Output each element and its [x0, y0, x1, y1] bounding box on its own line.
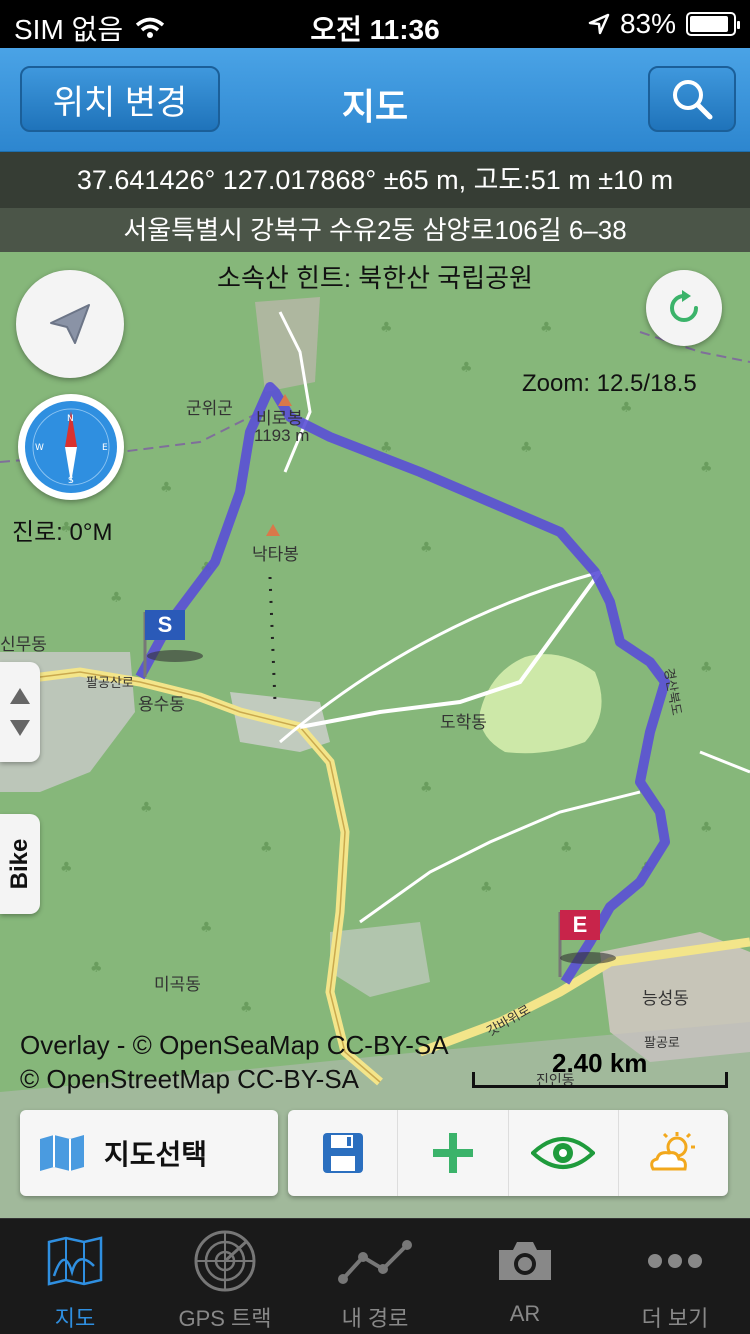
- location-arrow-icon: [588, 13, 610, 35]
- road-label-1: 팔공산로: [86, 675, 134, 690]
- start-marker[interactable]: S: [145, 610, 185, 640]
- heading-label: 진로: 0°M: [12, 519, 113, 546]
- end-marker[interactable]: E: [560, 910, 600, 940]
- compass-button[interactable]: N S W E: [18, 394, 124, 500]
- road-label-3: 팔공로: [644, 1035, 680, 1050]
- save-button[interactable]: [288, 1110, 399, 1196]
- svg-text:♣: ♣: [560, 840, 573, 856]
- svg-text:♣: ♣: [700, 460, 713, 476]
- more-icon: [648, 1254, 702, 1268]
- search-button[interactable]: [648, 66, 736, 132]
- svg-text:♣: ♣: [420, 780, 433, 796]
- svg-text:♣: ♣: [240, 1000, 253, 1016]
- tab-gps-track[interactable]: GPS 트랙: [150, 1219, 300, 1334]
- svg-text:♣: ♣: [380, 320, 393, 336]
- map-icon: [47, 1236, 103, 1286]
- svg-text:♣: ♣: [90, 960, 103, 976]
- map-credits: Overlay - © OpenSeaMap CC-BY-SA © OpenSt…: [20, 1028, 449, 1096]
- camera-icon: [499, 1242, 551, 1280]
- zoom-stepper-tab[interactable]: [0, 662, 40, 762]
- svg-text:♣: ♣: [200, 920, 213, 936]
- bike-mode-label: Bike: [6, 838, 33, 890]
- svg-text:E: E: [102, 443, 108, 453]
- weather-icon: [650, 1132, 696, 1171]
- svg-text:♣: ♣: [460, 360, 473, 376]
- place-label-neungseongdong: 능성동: [642, 989, 689, 1008]
- map-select-button[interactable]: 지도선택: [20, 1110, 278, 1196]
- place-label-naktabong: 낙타봉: [252, 545, 299, 564]
- svg-text:♣: ♣: [700, 820, 713, 836]
- refresh-button[interactable]: [646, 270, 722, 346]
- tab-ar-label: AR: [509, 1301, 541, 1326]
- place-label-yongsudong: 용수동: [138, 695, 185, 714]
- page-title: 지도: [341, 86, 409, 127]
- scale-bar: [472, 1072, 728, 1088]
- tab-map-label: 지도: [54, 1306, 96, 1331]
- place-label-peak-alt: 1193 m: [254, 426, 310, 445]
- map-view[interactable]: ♣ ♣ ♣ ♣ ♣ ♣ ♣ ♣ ♣ ♣ ♣ ♣ ♣ ♣ ♣ ♣ ♣ ♣ ♣ ♣ ♣ ♣ ♣ ♣ S E 37.6…: [0, 152, 750, 1218]
- svg-text:♣: ♣: [160, 480, 173, 496]
- visibility-button[interactable]: [509, 1110, 619, 1196]
- svg-text:♣: ♣: [60, 860, 73, 876]
- svg-text:♣: ♣: [140, 800, 153, 816]
- add-button[interactable]: [398, 1110, 509, 1196]
- zoom-label: Zoom: 12.5/18.5: [522, 370, 697, 397]
- navigation-arrow-icon: [50, 304, 90, 344]
- svg-text:W: W: [35, 443, 44, 453]
- plus-icon: [432, 1133, 473, 1173]
- tab-ar[interactable]: AR: [450, 1219, 600, 1334]
- address-bar: 서울특별시 강북구 수유2동 삼양로106길 6–38: [0, 208, 750, 252]
- tab-more-label: 더 보기: [641, 1306, 709, 1331]
- place-label-sinmudong: 신무동: [0, 635, 47, 654]
- hint-label: 소속산 힌트: 북한산 국립공원: [217, 263, 533, 293]
- save-icon: [322, 1133, 363, 1173]
- tab-more[interactable]: 더 보기: [600, 1219, 750, 1334]
- place-label-gunwigun: 군위군: [186, 399, 233, 418]
- svg-text:N: N: [67, 414, 74, 424]
- locate-button[interactable]: [16, 270, 124, 378]
- place-label-dohakdong: 도학동: [440, 713, 487, 732]
- battery-icon: [686, 12, 740, 36]
- tab-bar: 지도 GPS 트랙 내 경로 AR 더 보기: [0, 1218, 750, 1334]
- svg-text:S: S: [68, 476, 74, 486]
- refresh-icon: [670, 290, 698, 322]
- map-tools: [288, 1110, 728, 1196]
- svg-text:♣: ♣: [620, 400, 633, 416]
- tab-my-route[interactable]: 내 경로: [300, 1219, 450, 1334]
- radar-icon: [194, 1230, 256, 1292]
- svg-text:♣: ♣: [540, 320, 553, 336]
- tab-my-route-label: 내 경로: [341, 1306, 409, 1331]
- credit-line-2: © OpenStreetMap CC-BY-SA: [20, 1064, 360, 1094]
- search-icon: [673, 80, 713, 120]
- map-select-label: 지도선택: [104, 1139, 208, 1170]
- up-down-arrows-icon: [10, 688, 30, 736]
- tab-map[interactable]: 지도: [0, 1219, 150, 1334]
- battery-percent: 83%: [619, 8, 676, 39]
- weather-button[interactable]: [619, 1110, 728, 1196]
- tab-gps-track-label: GPS 트랙: [178, 1306, 272, 1331]
- svg-text:♣: ♣: [480, 880, 493, 896]
- svg-text:♣: ♣: [700, 660, 713, 676]
- coordinates-bar: 37.641426° 127.017868° ±65 m, 고도:51 m ±1…: [0, 152, 750, 208]
- place-label-migokdong: 미곡동: [154, 975, 201, 994]
- credit-line-1: Overlay - © OpenSeaMap CC-BY-SA: [20, 1030, 449, 1060]
- svg-text:♣: ♣: [520, 440, 533, 456]
- eye-icon: [531, 1137, 596, 1169]
- map-icon: [40, 1135, 84, 1171]
- route-icon: [338, 1240, 412, 1284]
- svg-text:♣: ♣: [420, 540, 433, 556]
- status-bar: SIM 없음 오전 11:36 83%: [0, 0, 750, 48]
- bike-mode-tab[interactable]: Bike: [0, 814, 40, 914]
- compass-icon: N S W E: [25, 401, 117, 493]
- nav-bar: 위치 변경 지도: [0, 48, 750, 152]
- svg-text:♣: ♣: [110, 590, 123, 606]
- svg-text:♣: ♣: [260, 840, 273, 856]
